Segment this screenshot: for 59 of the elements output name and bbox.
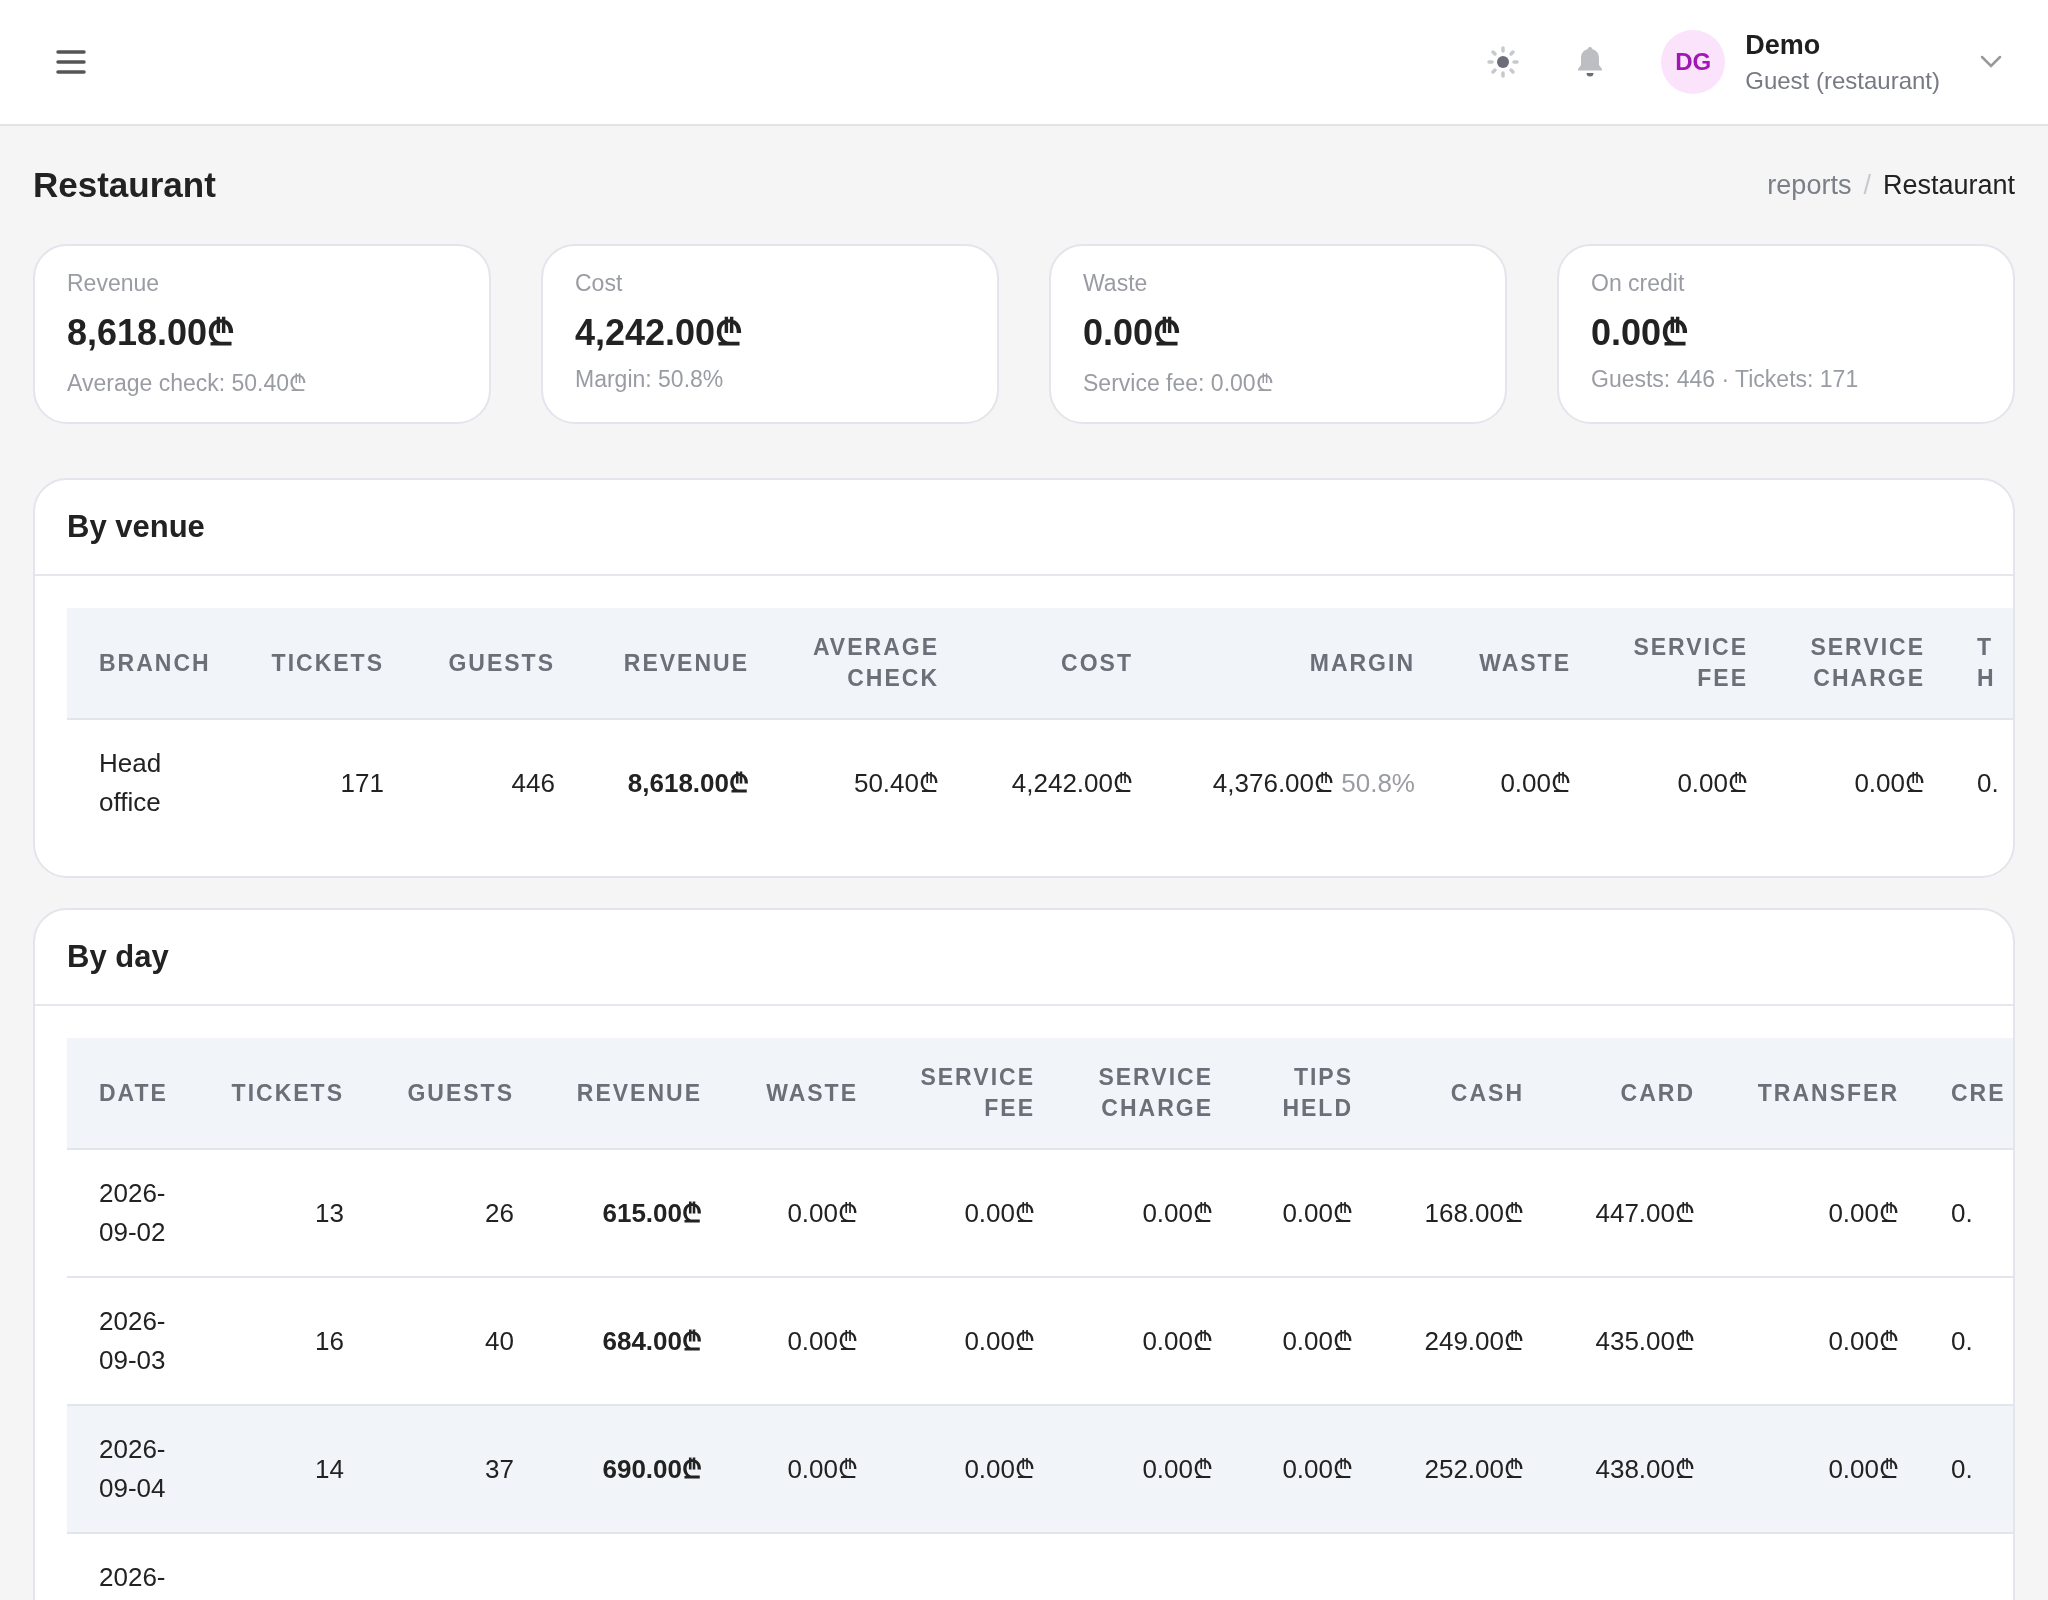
table-cell: 0.00₾ [1447, 719, 1603, 846]
table-cell: 0. [1957, 719, 2013, 846]
stat-detail: Margin: 50.8% [575, 366, 725, 393]
stat-value: 4,242.00₾ [575, 311, 745, 355]
card-title: By venue [67, 509, 205, 545]
column-header: TICKETS [211, 1038, 376, 1149]
breadcrumb-item: Restaurant [1882, 169, 2015, 201]
stat-detail: Average check: 50.40₾ [67, 369, 309, 398]
table-cell: Head office [67, 719, 217, 846]
page-title: Restaurant [33, 165, 216, 205]
column-header: T H [1957, 608, 2013, 719]
table-cell: 2026- [67, 1533, 211, 1600]
stat-label: Revenue [67, 270, 161, 297]
breadcrumb-separator: / [1863, 169, 1871, 201]
column-header: CARD [1556, 1038, 1727, 1149]
column-header: COST [971, 608, 1165, 719]
column-header: BRANCH [67, 608, 217, 719]
stat-value: 8,618.00₾ [67, 311, 237, 355]
user-avatar[interactable]: DG [1661, 30, 1726, 94]
column-header: DATE [67, 1038, 211, 1149]
stat-value: 0.00₾ [1083, 311, 1183, 355]
stat-detail: Guests: 446 · Tickets: 171 [1591, 366, 1860, 393]
table-cell: 0.00₾ [1603, 719, 1780, 846]
card-title: By day [67, 939, 169, 975]
column-header: TIPS HELD [1245, 1038, 1385, 1149]
stat-value: 0.00₾ [1591, 311, 1691, 355]
user-role: Guest (restaurant) [1745, 66, 1940, 95]
column-header: TRANSFER [1727, 1038, 1931, 1149]
breadcrumb-item[interactable]: reports [1767, 169, 1852, 201]
stat-label: On credit [1591, 270, 1686, 297]
sun-icon [1487, 46, 1520, 78]
menu-icon [56, 49, 86, 75]
column-header: SERVICE FEE [890, 1038, 1067, 1149]
table-cell: 171 [217, 719, 416, 846]
column-header: SERVICE CHARGE [1780, 608, 1957, 719]
column-header: REVENUE [546, 1038, 734, 1149]
stat-label: Cost [575, 270, 624, 297]
column-header: WASTE [1447, 608, 1603, 719]
stat-detail: Service fee: 0.00₾ [1083, 369, 1275, 398]
column-header: MARGIN [1165, 608, 1447, 719]
column-header: SERVICE FEE [1603, 608, 1780, 719]
table-cell: 4,376.00₾ 50.8% [1165, 719, 1447, 846]
column-header: SERVICE CHARGE [1067, 1038, 1245, 1149]
table-cell: 446 [416, 719, 587, 846]
column-header: AVERAGE CHECK [781, 608, 971, 719]
column-header: CASH [1385, 1038, 1556, 1149]
column-header: WASTE [734, 1038, 890, 1149]
table-cell: 4,242.00₾ [971, 719, 1165, 846]
column-header: CRE [1931, 1038, 2013, 1149]
column-header: GUESTS [376, 1038, 546, 1149]
chevron-down-icon [1980, 55, 2002, 69]
table-cell: 50.40₾ [781, 719, 971, 846]
stat-label: Waste [1083, 270, 1149, 297]
table-cell: 8,618.00₾ [587, 719, 781, 846]
table-cell: 0.00₾ [1780, 719, 1957, 846]
user-name: Demo [1745, 29, 1822, 61]
column-header: GUESTS [416, 608, 587, 719]
column-header: TICKETS [217, 608, 416, 719]
column-header: REVENUE [587, 608, 781, 719]
